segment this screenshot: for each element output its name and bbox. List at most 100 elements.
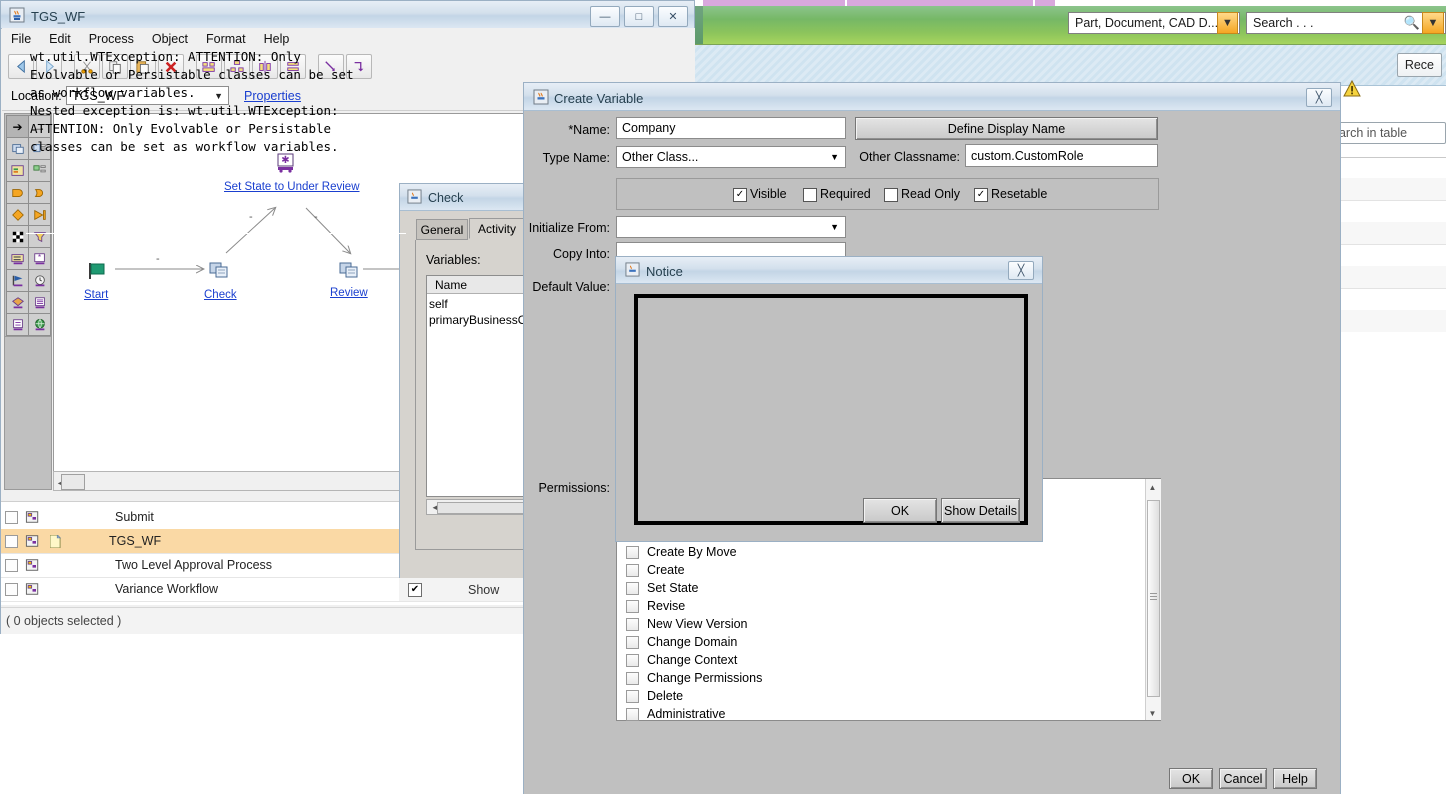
menu-item-edit[interactable]: Edit	[40, 28, 80, 50]
define-display-name-button[interactable]: Define Display Name	[855, 117, 1158, 140]
other-classname-field[interactable]: custom.CustomRole	[965, 144, 1158, 167]
permission-checkbox[interactable]	[626, 581, 639, 595]
canvas-scroll-thumb[interactable]	[61, 474, 85, 490]
search-input-wrapper[interactable]: Search . . . 🔍 ▼	[1246, 12, 1446, 36]
checker-flag-icon[interactable]	[6, 225, 29, 248]
menu-item-format[interactable]: Format	[197, 28, 255, 50]
permission-checkbox[interactable]	[626, 635, 639, 649]
row-checkbox[interactable]	[5, 534, 18, 548]
row-checkbox[interactable]	[5, 582, 18, 596]
green-flag-icon[interactable]	[87, 261, 107, 281]
permission-label: Set State	[647, 581, 699, 595]
funnel-icon[interactable]	[28, 225, 51, 248]
globe-icon[interactable]	[28, 313, 51, 336]
initialize-from-label: Initialize From:	[528, 221, 610, 235]
scroll-down-icon[interactable]: ▼	[1148, 709, 1157, 718]
chevron-down-icon[interactable]: ▼	[1217, 12, 1238, 34]
notice-ok-button[interactable]: OK	[863, 498, 937, 523]
permissions-scroll-thumb[interactable]	[1147, 500, 1160, 697]
table-search-wrapper[interactable]: earch in table	[1325, 122, 1446, 146]
permission-checkbox[interactable]	[626, 563, 639, 577]
document-icon[interactable]	[28, 291, 51, 314]
minimize-button[interactable]: —	[590, 6, 620, 27]
activity-icon[interactable]	[338, 260, 360, 282]
visible-checkbox[interactable]: ✓	[733, 188, 747, 202]
variables-row[interactable]: primaryBusinessOb	[429, 313, 534, 327]
maximize-button[interactable]: □	[624, 6, 654, 27]
block-link-icon[interactable]	[28, 159, 51, 182]
flag-icon[interactable]	[6, 269, 29, 292]
block-icon[interactable]	[6, 159, 29, 182]
permission-item-delete[interactable]: Delete	[626, 689, 683, 703]
search-scope-selector[interactable]: Part, Document, CAD D... ▼	[1068, 12, 1240, 36]
menu-item-help[interactable]: Help	[255, 28, 299, 50]
permission-item-administrative[interactable]: Administrative	[626, 707, 726, 721]
tab-general[interactable]: General	[416, 219, 468, 240]
permission-checkbox[interactable]	[626, 689, 639, 703]
notice-show-details-button[interactable]: Show Details	[941, 498, 1020, 523]
read-only-checkbox[interactable]	[884, 188, 898, 202]
activity-icon[interactable]	[208, 260, 230, 282]
name-field[interactable]: Company	[616, 117, 846, 139]
node-label-review[interactable]: Review	[330, 287, 368, 299]
close-icon[interactable]: ╳	[1008, 261, 1034, 280]
ok-button[interactable]: OK	[1169, 768, 1213, 789]
activity-icon[interactable]	[6, 137, 29, 160]
node-label-set-state[interactable]: Set State to Under Review	[224, 181, 360, 193]
event-icon[interactable]: *	[28, 247, 51, 270]
permission-item-revise[interactable]: Revise	[626, 599, 685, 613]
help-button[interactable]: Help	[1273, 768, 1317, 789]
permission-checkbox[interactable]	[626, 617, 639, 631]
permission-item-set-state[interactable]: Set State	[626, 581, 698, 595]
set-state-icon[interactable]: ✱	[275, 153, 297, 173]
type-name-dropdown[interactable]: Other Class... ▼	[616, 146, 846, 168]
search-chevron-down-icon[interactable]: ▼	[1422, 12, 1444, 34]
scroll-up-icon[interactable]: ▲	[1148, 483, 1157, 492]
exchange-icon[interactable]	[6, 313, 29, 336]
permission-checkbox[interactable]	[626, 653, 639, 667]
permission-item-create-by-move[interactable]: Create By Move	[626, 545, 737, 559]
url-icon[interactable]	[6, 291, 29, 314]
permission-checkbox[interactable]	[626, 599, 639, 613]
node-label-check[interactable]: Check	[204, 289, 237, 301]
permission-item-create[interactable]: Create	[626, 563, 685, 577]
recent-button[interactable]: Rece	[1396, 53, 1442, 77]
row-name: Submit	[115, 510, 154, 524]
timer-icon[interactable]	[28, 269, 51, 292]
cancel-button[interactable]: Cancel	[1219, 768, 1267, 789]
row-checkbox[interactable]	[5, 558, 18, 572]
name-label: *Name:	[568, 123, 610, 137]
close-icon[interactable]: ╳	[1306, 88, 1332, 107]
close-button[interactable]: ✕	[658, 6, 688, 27]
initialize-from-dropdown[interactable]: ▼	[616, 216, 846, 238]
show-label: Show	[468, 582, 500, 597]
menu-item-object[interactable]: Object	[143, 28, 197, 50]
menu-item-file[interactable]: File	[2, 28, 40, 50]
read-only-label: Read Only	[901, 187, 961, 201]
menu-item-process[interactable]: Process	[80, 28, 143, 50]
search-input[interactable]: Search . . .	[1247, 16, 1319, 30]
row-checkbox[interactable]	[5, 510, 18, 524]
permission-checkbox[interactable]	[626, 707, 639, 721]
tab-activity[interactable]: Activity	[469, 218, 525, 239]
variables-scroll-thumb[interactable]	[437, 502, 527, 514]
start-shape-icon[interactable]	[6, 181, 29, 204]
notice-message-text: wt.util.WTException: ATTENTION: Only Evo…	[30, 49, 354, 154]
node-label-start[interactable]: Start	[84, 289, 108, 301]
permission-item-new-view-version[interactable]: New View Version	[626, 617, 748, 631]
resetable-checkbox[interactable]: ✓	[974, 188, 988, 202]
required-checkbox[interactable]	[803, 188, 817, 202]
permission-item-change-permissions[interactable]: Change Permissions	[626, 671, 762, 685]
permission-item-change-context[interactable]: Change Context	[626, 653, 737, 667]
permission-checkbox[interactable]	[626, 545, 639, 559]
decision-icon[interactable]	[6, 203, 29, 226]
variables-row[interactable]: self	[429, 297, 448, 311]
permission-item-change-domain[interactable]: Change Domain	[626, 635, 737, 649]
search-icon[interactable]: 🔍	[1402, 13, 1422, 33]
end-shape-icon[interactable]	[28, 181, 51, 204]
select-arrow-icon[interactable]: ➔	[6, 115, 29, 138]
show-checkbox[interactable]: ✔	[408, 582, 422, 597]
launch-icon[interactable]	[28, 203, 51, 226]
form-icon[interactable]	[6, 247, 29, 270]
permission-checkbox[interactable]	[626, 671, 639, 685]
